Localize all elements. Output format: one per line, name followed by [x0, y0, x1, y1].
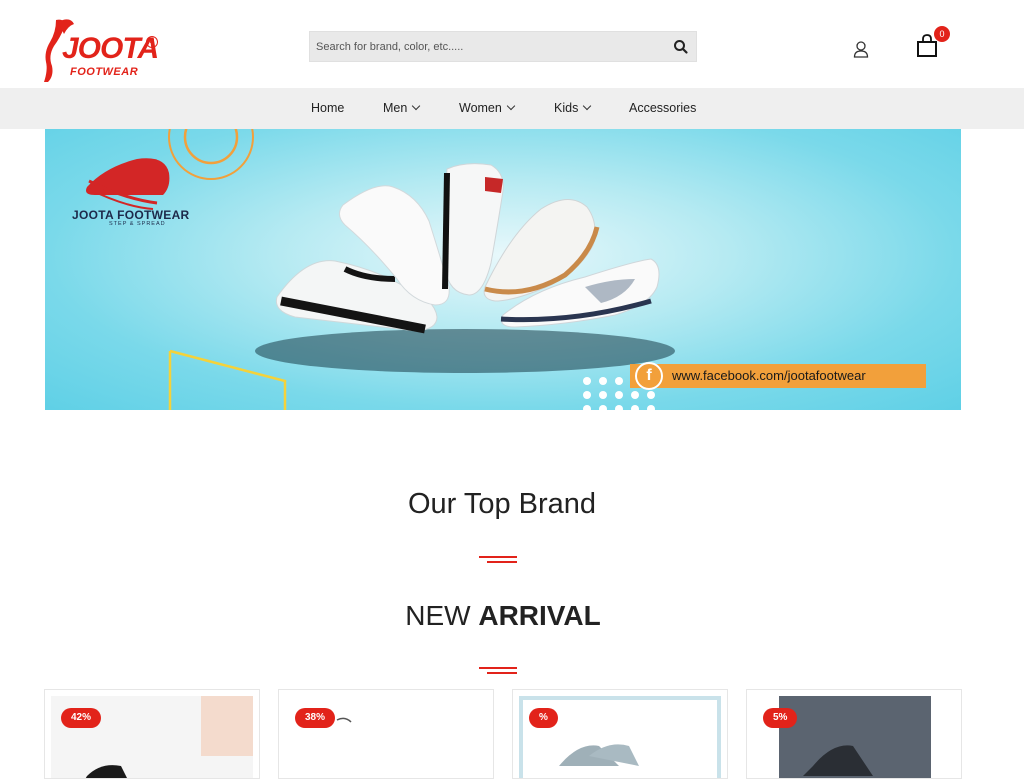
- product-card[interactable]: [44, 689, 260, 779]
- heading-divider: [479, 667, 519, 675]
- heading-divider: [479, 556, 519, 564]
- facebook-link[interactable]: www.facebook.com/jootafootwear: [630, 364, 926, 388]
- discount-badge: 42%: [61, 708, 102, 728]
- cart-count-badge: 0: [934, 26, 950, 42]
- user-icon[interactable]: [852, 40, 870, 58]
- nav-item-label: Kids: [554, 101, 579, 115]
- logo-text: JOOTA: [62, 32, 159, 65]
- nav-item-kids[interactable]: Kids: [554, 88, 592, 129]
- new-arrival-prefix: NEW: [405, 600, 479, 631]
- nav-item-label: Home: [311, 101, 345, 115]
- top-brand-heading: Our Top Brand: [407, 488, 597, 520]
- chevron-down-icon: [412, 101, 421, 111]
- nav-item-label: Men: [383, 101, 408, 115]
- new-arrival-bold: ARRIVAL: [478, 600, 601, 631]
- hero-banner[interactable]: JOOTA FOOTWEAR STEP & SPREAD www.faceboo…: [45, 129, 961, 410]
- discount-badge: 5%: [763, 708, 798, 728]
- nav-item-accessories[interactable]: Accessories: [629, 88, 696, 129]
- product-card[interactable]: [278, 689, 494, 779]
- nav-item-home[interactable]: Home: [311, 88, 344, 129]
- nav-item-label: Accessories: [629, 101, 697, 115]
- registered-mark: R: [146, 36, 158, 48]
- search-input[interactable]: [310, 32, 660, 61]
- brand-logo[interactable]: JOOTA R FOOTWEAR: [44, 16, 164, 84]
- logo-subtext: FOOTWEAR: [70, 66, 139, 78]
- product-card[interactable]: [746, 689, 962, 779]
- discount-badge: %: [529, 708, 558, 728]
- discount-badge: 38%: [295, 708, 336, 728]
- nav-item-women[interactable]: Women: [459, 88, 516, 129]
- main-nav: Home Men Women Kids Accessories: [0, 88, 1024, 129]
- nav-item-men[interactable]: Men: [383, 88, 421, 129]
- banner-tagline: STEP & SPREAD: [109, 221, 166, 227]
- search-icon[interactable]: [672, 38, 690, 56]
- chevron-down-icon: [583, 101, 592, 111]
- facebook-icon: f: [635, 362, 663, 390]
- search-box: [309, 31, 697, 62]
- site-header: JOOTA R FOOTWEAR 0: [0, 0, 1024, 88]
- new-arrival-heading: NEW ARRIVAL: [0, 600, 1006, 632]
- facebook-url: www.facebook.com/jootafootwear: [672, 368, 866, 383]
- nav-item-label: Women: [459, 101, 502, 115]
- chevron-down-icon: [506, 101, 516, 111]
- banner-brand-name: JOOTA FOOTWEAR: [72, 208, 190, 222]
- product-card[interactable]: [512, 689, 728, 779]
